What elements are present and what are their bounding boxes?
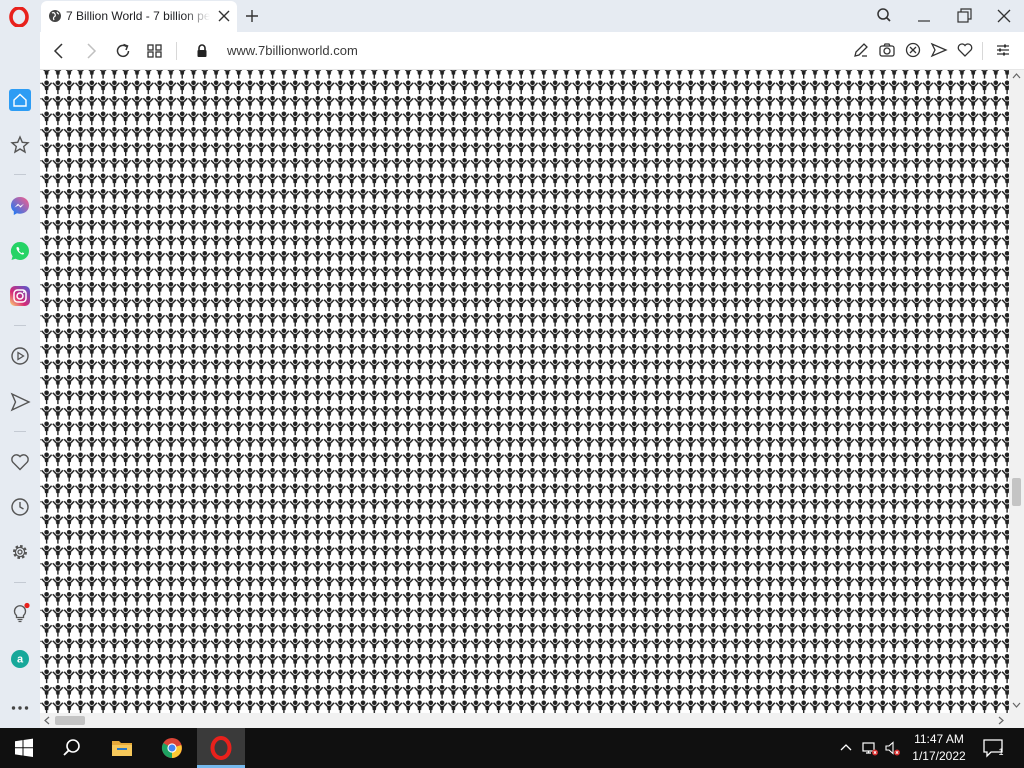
reload-icon[interactable] [113, 41, 133, 61]
url-field[interactable]: www.7billionworld.com [227, 43, 358, 58]
home-icon[interactable] [9, 89, 31, 111]
star-icon[interactable] [9, 134, 31, 156]
close-window-icon[interactable] [993, 6, 1015, 26]
chrome-button[interactable] [148, 728, 196, 768]
instagram-icon[interactable] [9, 285, 31, 307]
svg-text:a: a [17, 654, 24, 666]
gear-icon[interactable] [9, 541, 31, 563]
send-icon[interactable] [930, 41, 948, 59]
adblock-icon[interactable] [904, 41, 922, 59]
clock-icon[interactable] [9, 496, 31, 518]
sidebar-divider [14, 325, 26, 326]
play-icon[interactable] [9, 345, 31, 367]
taskbar: 11:47 AM 1/17/2022 1 [0, 728, 1024, 768]
tab-active[interactable]: 7 Billion World - 7 billion people [41, 1, 237, 32]
address-bar: www.7billionworld.com [40, 32, 1024, 70]
volume-muted-icon[interactable] [884, 740, 900, 756]
folder-icon [112, 741, 132, 756]
opera-menu-icon[interactable] [9, 7, 29, 27]
whatsapp-icon[interactable] [9, 240, 31, 262]
tab-title: 7 Billion World - 7 billion people [66, 9, 210, 23]
sidebar-divider [14, 174, 26, 175]
snap-edit-icon[interactable] [852, 41, 870, 59]
tab-search-icon[interactable] [873, 6, 895, 26]
sidebar: a [0, 32, 40, 728]
opera-icon [210, 736, 232, 760]
divider [176, 42, 177, 60]
messenger-icon[interactable] [9, 195, 31, 217]
file-explorer-button[interactable] [98, 728, 146, 768]
clock-date[interactable]: 1/17/2022 [911, 749, 967, 763]
clock-time[interactable]: 11:47 AM [911, 732, 967, 746]
chrome-icon [161, 738, 182, 759]
chevron-up-icon[interactable] [838, 740, 854, 756]
vertical-scrollbar[interactable] [1009, 70, 1024, 713]
lightbulb-icon[interactable] [9, 602, 31, 624]
camera-icon[interactable] [878, 41, 896, 59]
scroll-left-icon[interactable] [43, 716, 51, 725]
opera-button[interactable] [197, 728, 245, 768]
network-icon[interactable] [862, 740, 878, 756]
globe-icon [49, 10, 61, 22]
heart-icon[interactable] [9, 451, 31, 473]
page-content[interactable] [40, 70, 1009, 713]
minimize-icon[interactable] [913, 6, 935, 26]
easy-setup-icon[interactable] [994, 41, 1012, 59]
taskbar-search-button[interactable] [48, 728, 96, 768]
scroll-right-icon[interactable] [997, 716, 1005, 725]
people-grid [40, 70, 1009, 713]
heart-icon[interactable] [956, 41, 974, 59]
windows-icon [15, 738, 33, 757]
title-bar: 7 Billion World - 7 billion people [0, 0, 1024, 32]
lock-icon[interactable] [195, 43, 209, 59]
sidebar-divider [14, 582, 26, 583]
scroll-corner [1009, 713, 1024, 728]
close-tab-icon[interactable] [217, 9, 231, 23]
new-tab-icon[interactable] [243, 7, 261, 25]
person-figure-pattern [40, 70, 1009, 713]
amazon-icon[interactable]: a [9, 648, 31, 670]
restore-icon[interactable] [953, 6, 975, 26]
sidebar-divider [14, 431, 26, 432]
start-button[interactable] [0, 728, 48, 768]
horizontal-scrollbar[interactable] [40, 713, 1009, 728]
notification-count: 1 [998, 747, 1004, 757]
send-icon[interactable] [9, 391, 31, 413]
back-icon[interactable] [49, 41, 69, 61]
forward-icon[interactable] [81, 41, 101, 61]
tab-grid-icon[interactable] [145, 41, 165, 61]
scroll-up-icon[interactable] [1012, 72, 1021, 80]
scroll-down-icon[interactable] [1012, 701, 1021, 709]
more-icon[interactable] [9, 697, 31, 719]
vertical-scroll-thumb[interactable] [1012, 478, 1021, 506]
divider [982, 42, 983, 60]
horizontal-scroll-thumb[interactable] [55, 716, 85, 725]
search-icon [63, 739, 80, 756]
